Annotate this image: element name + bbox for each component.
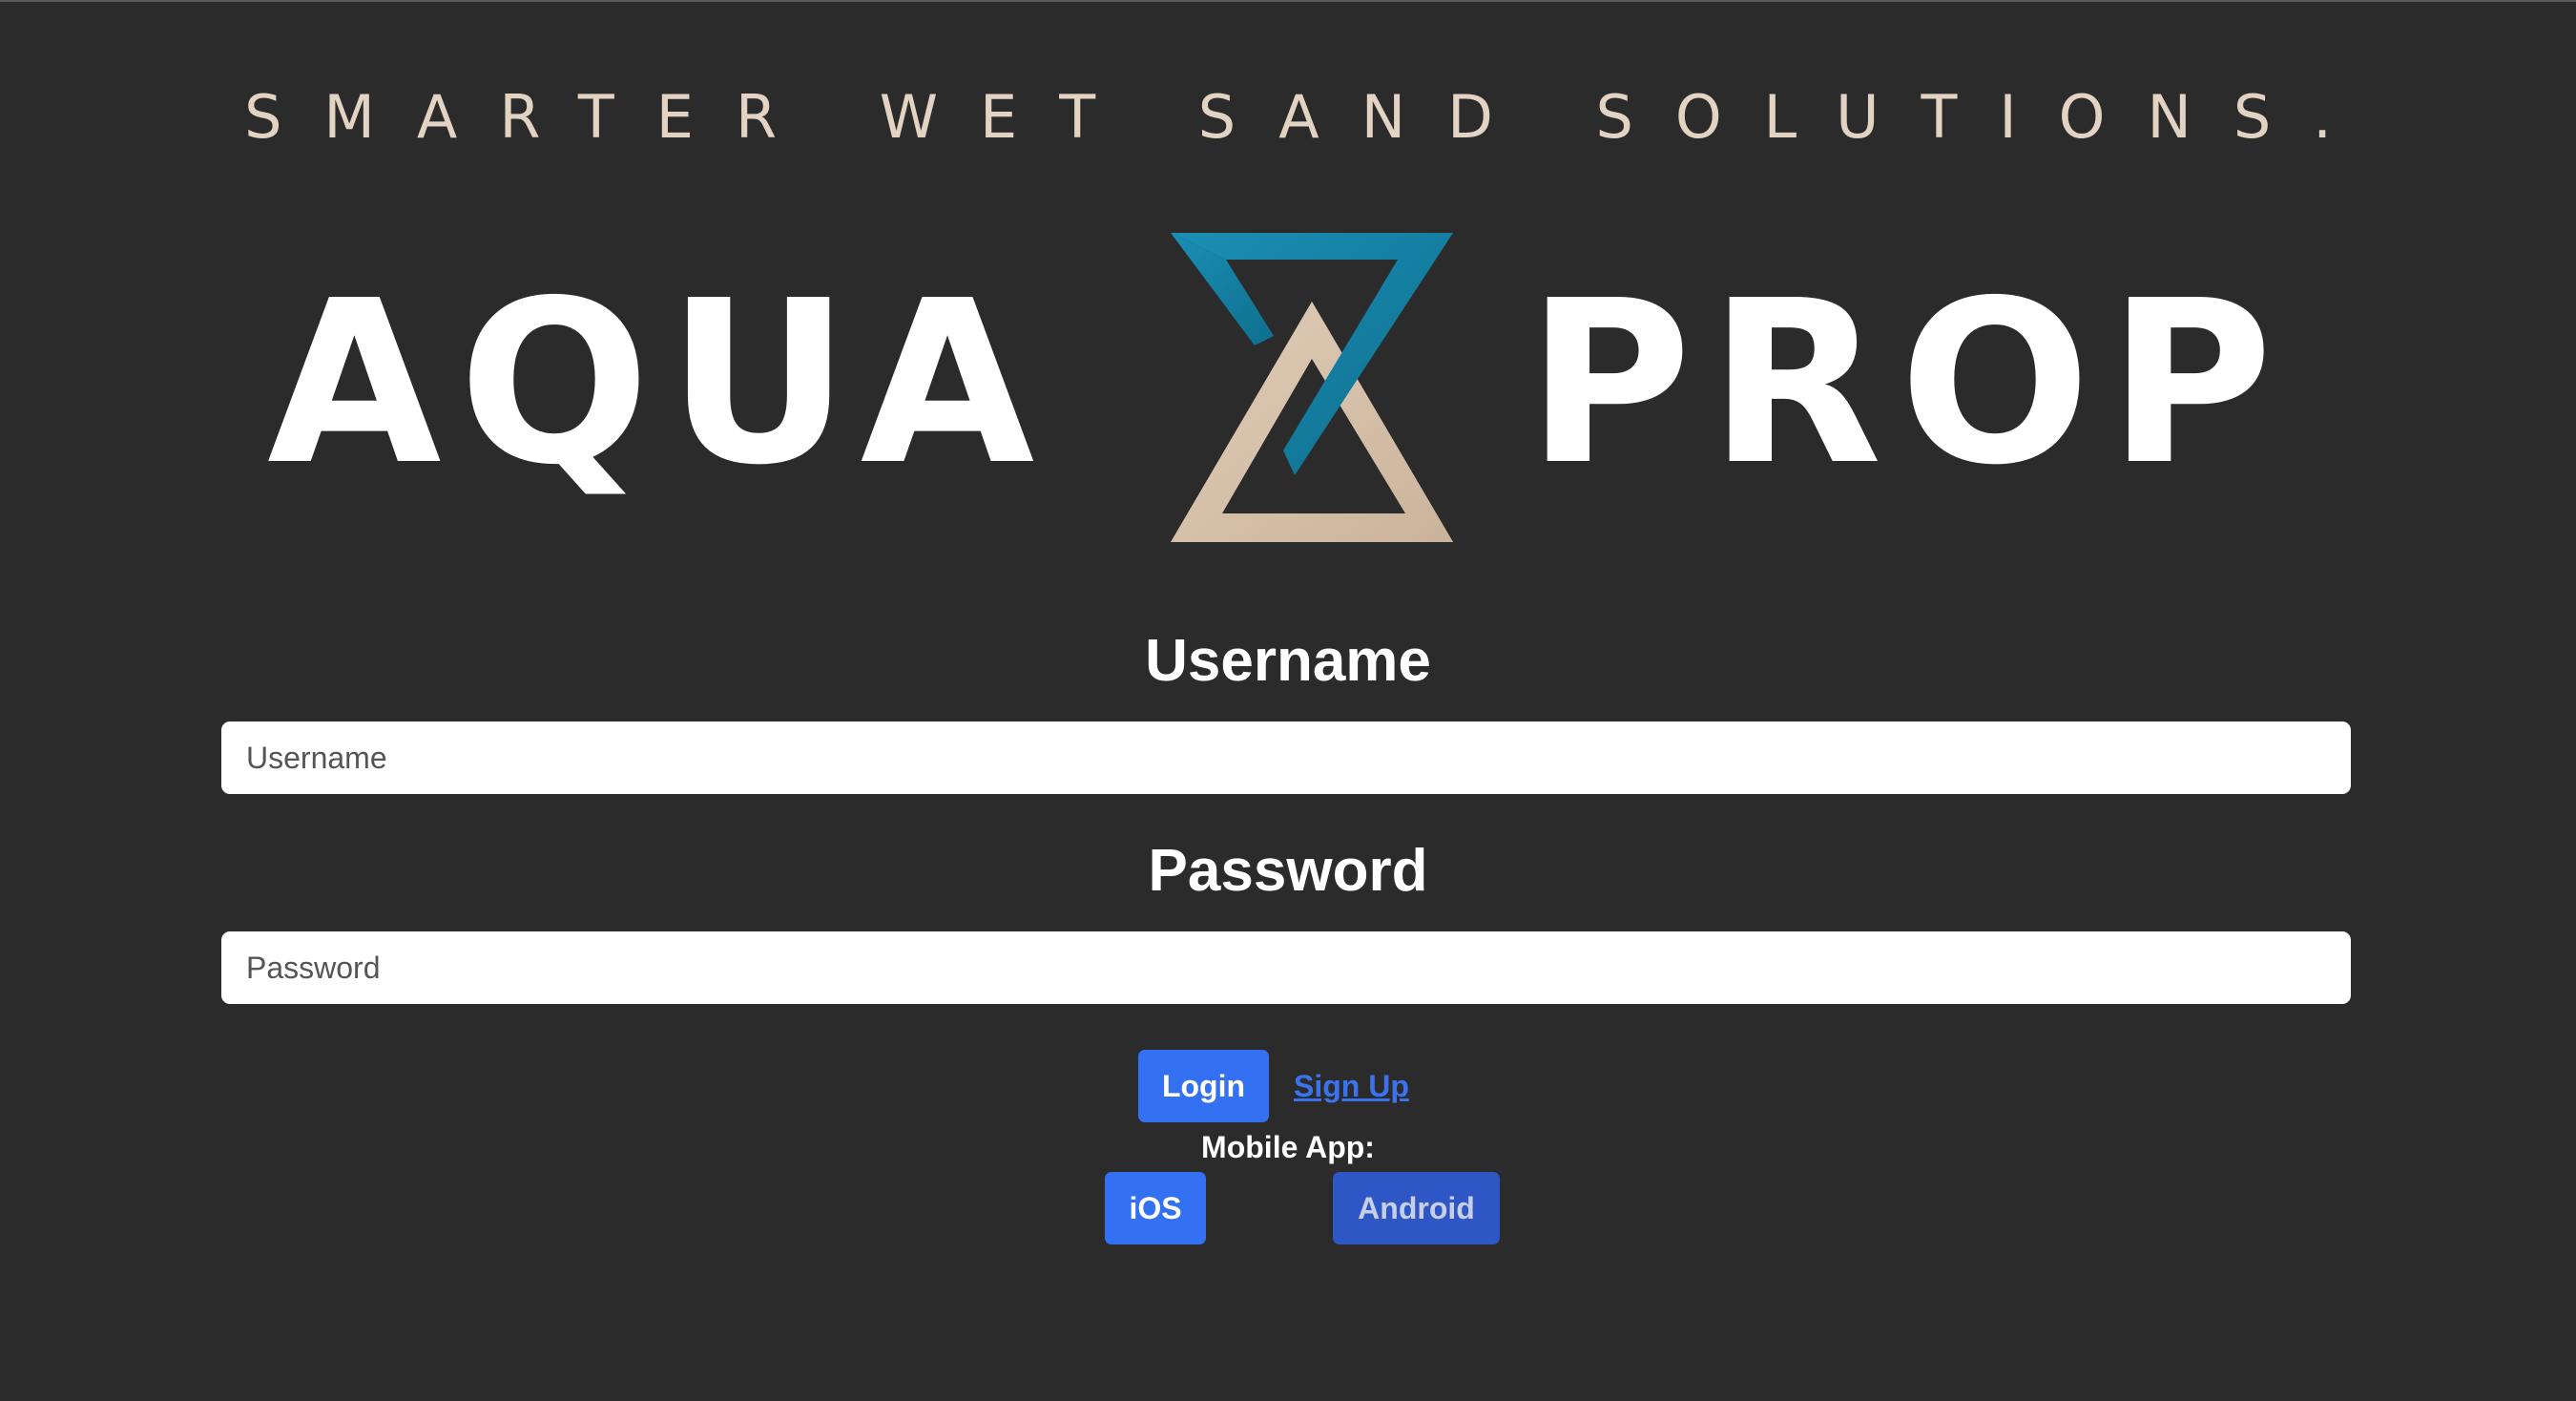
brand-tagline: SMARTER WET SAND SOLUTIONS. [244,82,2374,152]
login-page: SMARTER WET SAND SOLUTIONS. AQUA PROP Us… [0,0,2576,1401]
login-button[interactable]: Login [1138,1050,1269,1122]
username-input[interactable] [221,721,2351,794]
hourglass-logo-icon [1171,233,1453,542]
android-app-button[interactable]: Android [1333,1172,1500,1244]
logo-word-prop: PROP [1527,252,2291,514]
mobile-app-label: Mobile App: [1201,1130,1375,1164]
ios-app-button[interactable]: iOS [1105,1172,1206,1244]
signup-link[interactable]: Sign Up [1294,1069,1409,1104]
aquaprop-logo: AQUA PROP [258,231,2395,555]
password-label: Password [1148,838,1428,904]
username-label: Username [1145,628,1431,694]
password-input[interactable] [221,931,2351,1004]
logo-word-aqua: AQUA [267,252,1052,514]
